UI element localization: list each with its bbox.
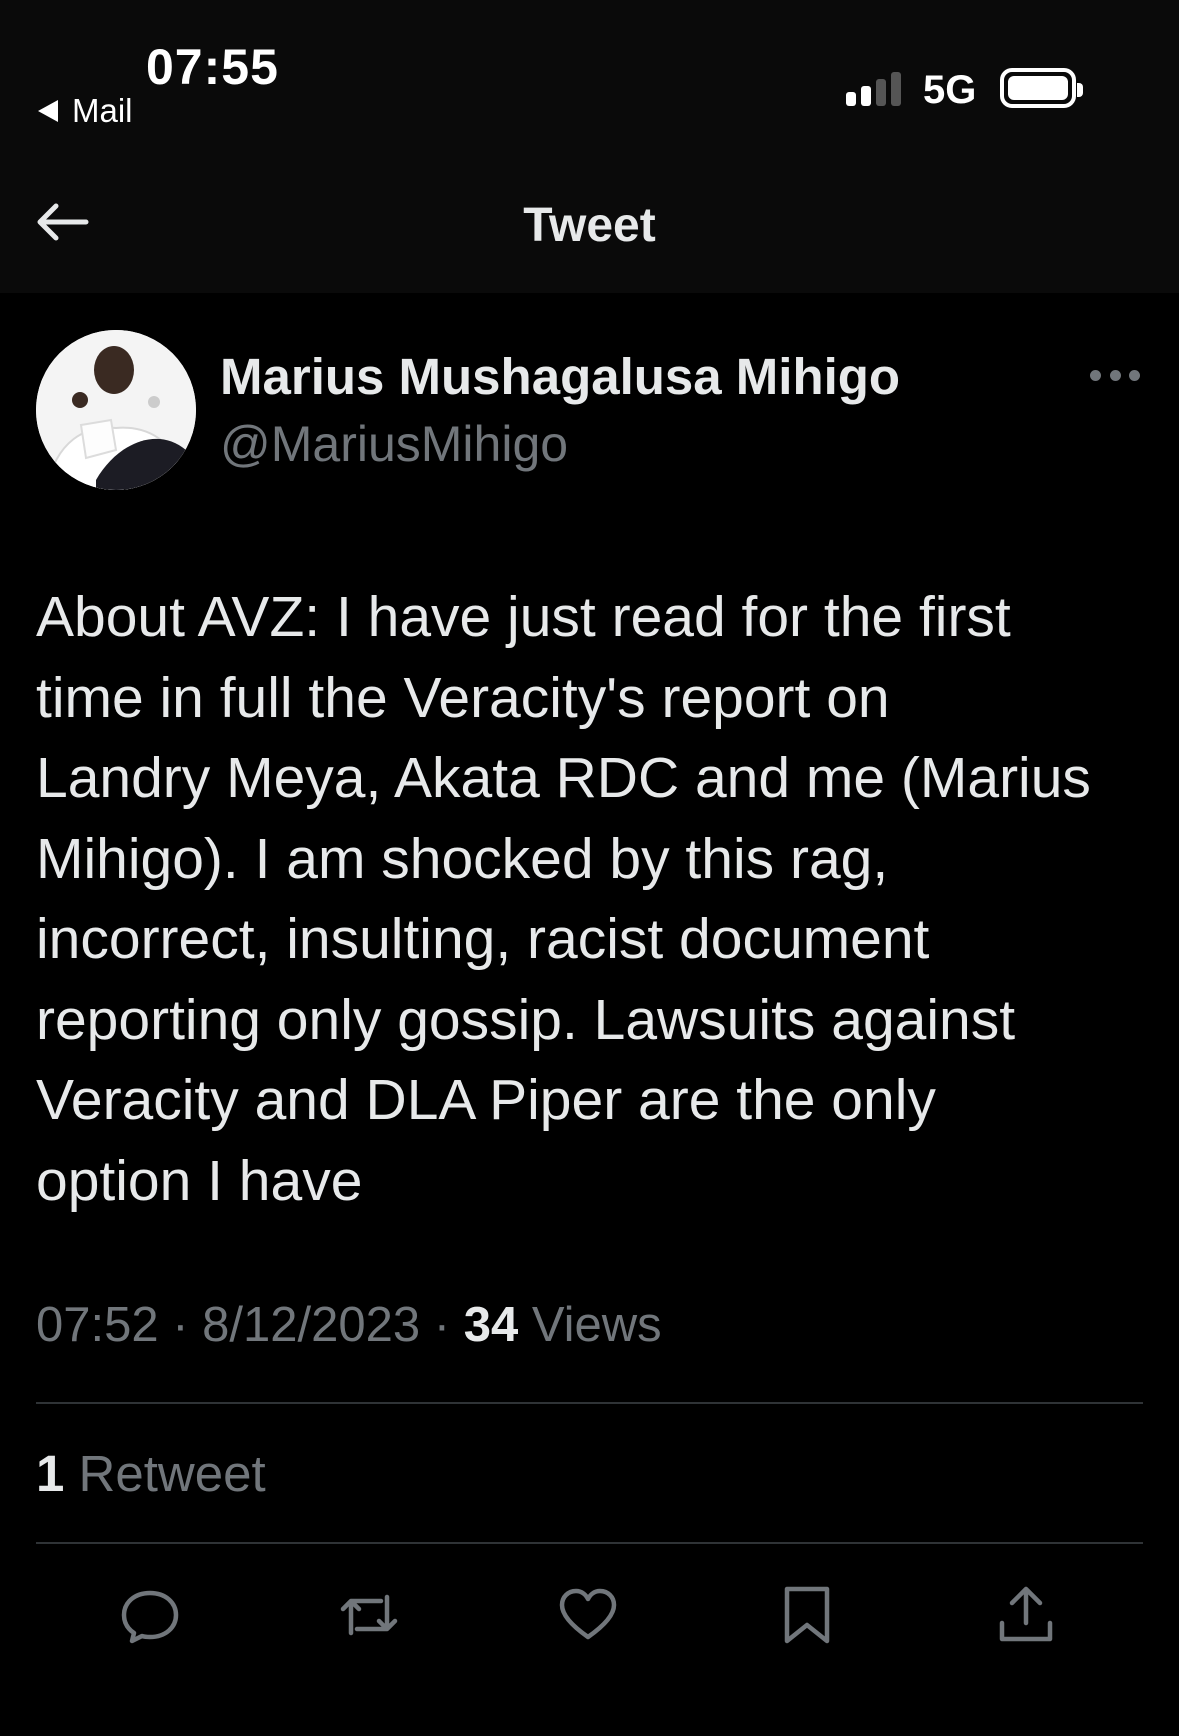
back-triangle-icon <box>38 100 58 122</box>
retweet-button[interactable] <box>337 1583 401 1647</box>
tweet-meta: 07:52 · 8/12/2023 · 34 Views <box>36 1297 662 1353</box>
reply-button[interactable] <box>118 1583 182 1647</box>
retweets-label: Retweet <box>64 1445 266 1502</box>
back-app-label: Mail <box>72 92 133 129</box>
status-time: 07:55 <box>146 39 279 95</box>
bookmark-button[interactable] <box>775 1583 839 1647</box>
like-button[interactable] <box>556 1583 620 1647</box>
share-button[interactable] <box>994 1583 1058 1647</box>
views-count: 34 <box>463 1298 519 1352</box>
network-label: 5G <box>923 68 977 112</box>
status-bar: 07:55 Mail 5G <box>0 0 1179 150</box>
retweets-count: 1 <box>36 1445 65 1502</box>
reply-icon <box>121 1590 179 1644</box>
divider <box>36 1402 1143 1404</box>
author-handle[interactable]: @MariusMihigo <box>220 415 568 473</box>
share-icon <box>999 1586 1053 1642</box>
avatar[interactable] <box>36 330 196 490</box>
battery-icon <box>1000 68 1083 108</box>
tweet-text: About AVZ: I have just read for the firs… <box>36 585 1091 1213</box>
bookmark-icon <box>784 1586 830 1644</box>
back-to-mail-button[interactable]: Mail <box>38 92 133 130</box>
more-options-icon[interactable] <box>1090 365 1140 385</box>
views-label: Views <box>518 1298 662 1352</box>
retweets-stat[interactable]: 1 Retweet <box>36 1444 266 1503</box>
retweet-icon <box>340 1594 398 1636</box>
page-title: Tweet <box>523 199 656 252</box>
avatar-photo-icon <box>36 330 196 490</box>
author-name[interactable]: Marius Mushagalusa Mihigo <box>220 347 900 406</box>
divider <box>36 1542 1143 1544</box>
signal-bars-icon <box>846 68 906 106</box>
tweet-timestamp: 07:52 · 8/12/2023 · <box>36 1298 464 1352</box>
like-heart-icon <box>559 1588 617 1640</box>
header-bar: Tweet <box>0 150 1179 293</box>
